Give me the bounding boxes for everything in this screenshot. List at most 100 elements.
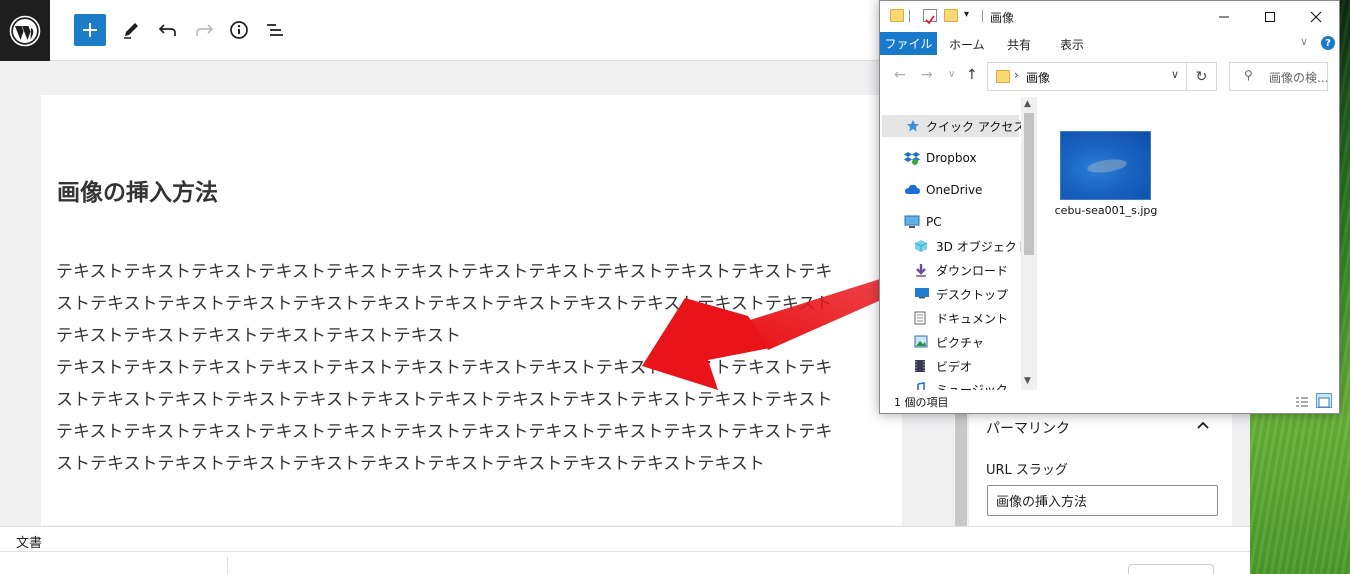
address-bar-row: ← → ∨ ↑ › 画像 ∨ ↻ ⚲ 画像の検... bbox=[880, 55, 1339, 97]
nav-pane-scrollbar[interactable]: ▲ ▼ bbox=[1021, 97, 1037, 390]
paragraph-line: ストテキストテキストテキストテキストテキストテキストテキストテキストテキストテキ… bbox=[56, 454, 765, 474]
nav-item-pc[interactable]: PC bbox=[904, 211, 942, 233]
nav-item-desktop[interactable]: デスクトップ bbox=[914, 283, 1008, 305]
nav-label: ダウンロード bbox=[936, 263, 1009, 278]
nav-label: デスクトップ bbox=[936, 287, 1009, 302]
refresh-button[interactable]: ↻ bbox=[1187, 62, 1217, 91]
video-icon bbox=[914, 359, 930, 373]
url-slug-label: URL スラッグ bbox=[986, 463, 1068, 478]
nav-label: ビデオ bbox=[936, 359, 973, 374]
tab-view[interactable]: 表示 bbox=[1060, 36, 1084, 53]
list-view-button[interactable] bbox=[259, 14, 291, 46]
address-bar[interactable]: › 画像 ∨ bbox=[987, 62, 1187, 91]
undo-icon bbox=[158, 24, 176, 36]
footer-button[interactable] bbox=[1128, 564, 1214, 574]
file-explorer-window: ▾ 画像 ファイル ホーム 共有 表示 ∨ ? ← → ∨ ↑ › 画像 ∨ ↻ bbox=[879, 0, 1340, 414]
url-slug-input[interactable] bbox=[987, 485, 1218, 516]
nav-label: Dropbox bbox=[926, 151, 977, 165]
nav-label: OneDrive bbox=[926, 183, 983, 197]
paragraph-line: テキストテキストテキストテキストテキストテキスト bbox=[56, 326, 461, 346]
permalink-panel: パーマリンク URL スラッグ bbox=[969, 410, 1232, 526]
nav-item-onedrive[interactable]: OneDrive bbox=[904, 179, 982, 201]
divider bbox=[909, 10, 910, 22]
details-button[interactable] bbox=[223, 14, 255, 46]
permalink-title[interactable]: パーマリンク bbox=[986, 418, 1070, 438]
download-icon bbox=[914, 263, 930, 277]
nav-label: クイック アクセス bbox=[926, 119, 1026, 134]
paragraph-line: ストテキストテキストテキストテキストテキストテキストテキストテキストテキストテキ… bbox=[56, 390, 833, 410]
plus-icon bbox=[83, 23, 97, 37]
dropbox-icon bbox=[904, 151, 920, 165]
nav-item-pictures[interactable]: ピクチャ bbox=[914, 331, 984, 353]
desktop-icon bbox=[914, 287, 930, 301]
chevron-down-icon[interactable]: ▾ bbox=[964, 9, 969, 20]
search-box[interactable]: ⚲ 画像の検... bbox=[1229, 62, 1328, 91]
tab-home[interactable]: ホーム bbox=[949, 36, 985, 53]
tools-button[interactable] bbox=[115, 14, 147, 46]
maximize-button[interactable] bbox=[1247, 1, 1293, 32]
large-icons-view-icon[interactable] bbox=[1316, 393, 1332, 408]
nav-label: ドキュメント bbox=[936, 311, 1009, 326]
star-icon bbox=[906, 119, 920, 133]
navigation-pane[interactable]: クイック アクセス Dropbox OneDrive PC 3D オブジェクト … bbox=[880, 97, 1037, 390]
close-button[interactable] bbox=[1293, 1, 1339, 32]
status-bar: 1 個の項目 bbox=[880, 390, 1339, 413]
breadcrumb[interactable]: 文書 bbox=[16, 532, 42, 551]
post-heading[interactable]: 画像の挿入方法 bbox=[57, 173, 218, 207]
scrollbar-thumb[interactable] bbox=[1024, 113, 1034, 255]
wordpress-icon bbox=[9, 15, 41, 46]
nav-item-documents[interactable]: ドキュメント bbox=[914, 307, 1008, 329]
undo-button[interactable] bbox=[152, 14, 184, 46]
redo-button[interactable] bbox=[188, 14, 220, 46]
music-icon bbox=[914, 382, 930, 390]
search-icon: ⚲ bbox=[1244, 68, 1253, 82]
chevron-right-icon: › bbox=[1014, 68, 1019, 82]
list-view-icon bbox=[267, 24, 283, 36]
nav-item-3d-objects[interactable]: 3D オブジェクト bbox=[914, 235, 1029, 257]
cube-icon bbox=[914, 239, 930, 253]
file-list-pane[interactable]: cebu-sea001_s.jpg bbox=[1037, 97, 1339, 390]
chevron-up-icon[interactable] bbox=[1196, 418, 1210, 436]
scroll-up-icon[interactable]: ▲ bbox=[1024, 99, 1031, 109]
chevron-down-icon[interactable]: ∨ bbox=[1171, 68, 1179, 81]
ribbon-expand-icon[interactable]: ∨ bbox=[1300, 35, 1308, 48]
new-folder-icon[interactable] bbox=[944, 9, 958, 22]
window-titlebar[interactable]: ▾ 画像 bbox=[880, 1, 1339, 32]
editor-footer: 文書 bbox=[0, 526, 1250, 574]
tab-file[interactable]: ファイル bbox=[880, 32, 937, 55]
recent-locations-icon[interactable]: ∨ bbox=[948, 69, 955, 80]
pc-icon bbox=[904, 215, 920, 229]
paragraph-line: ストテキストテキストテキストテキストテキストテキストテキストテキストテキストテキ… bbox=[56, 294, 833, 314]
nav-item-quick-access[interactable]: クイック アクセス bbox=[882, 115, 1025, 137]
nav-item-dropbox[interactable]: Dropbox bbox=[904, 147, 977, 169]
help-icon[interactable]: ? bbox=[1321, 36, 1335, 50]
paragraph-block[interactable]: テキストテキストテキストテキストテキストテキストテキストテキストテキストテキスト… bbox=[56, 352, 896, 480]
pencil-icon bbox=[124, 23, 138, 39]
properties-icon[interactable] bbox=[923, 9, 937, 25]
redo-icon bbox=[196, 24, 214, 36]
scroll-down-icon[interactable]: ▼ bbox=[1024, 376, 1031, 386]
footer-separator bbox=[227, 557, 228, 574]
forward-icon[interactable]: → bbox=[921, 67, 933, 83]
nav-item-music[interactable]: ミュージック bbox=[914, 378, 1008, 390]
window-title: 画像 bbox=[990, 11, 1015, 25]
nav-item-downloads[interactable]: ダウンロード bbox=[914, 259, 1008, 281]
minimize-button[interactable] bbox=[1201, 1, 1247, 32]
footer-divider bbox=[0, 551, 1250, 552]
image-thumbnail[interactable] bbox=[1060, 131, 1151, 200]
cloud-icon bbox=[904, 183, 920, 197]
ribbon-tabs: ファイル ホーム 共有 表示 ∨ ? bbox=[880, 32, 1339, 55]
search-placeholder: 画像の検... bbox=[1269, 71, 1329, 85]
nav-item-videos[interactable]: ビデオ bbox=[914, 355, 972, 377]
details-view-icon[interactable] bbox=[1294, 393, 1310, 408]
tab-share[interactable]: 共有 bbox=[1007, 36, 1031, 53]
picture-icon bbox=[914, 335, 930, 349]
post-content-area[interactable]: 画像の挿入方法 テキストテキストテキストテキストテキストテキストテキストテキスト… bbox=[41, 95, 902, 525]
up-icon[interactable]: ↑ bbox=[966, 67, 978, 83]
address-text: 画像 bbox=[1026, 71, 1051, 85]
wordpress-logo[interactable] bbox=[0, 0, 50, 61]
add-block-button[interactable] bbox=[74, 14, 106, 46]
paragraph-block[interactable]: テキストテキストテキストテキストテキストテキストテキストテキストテキストテキスト… bbox=[56, 256, 896, 352]
sidebar-scrollbar[interactable] bbox=[955, 410, 967, 526]
back-icon[interactable]: ← bbox=[894, 67, 906, 83]
